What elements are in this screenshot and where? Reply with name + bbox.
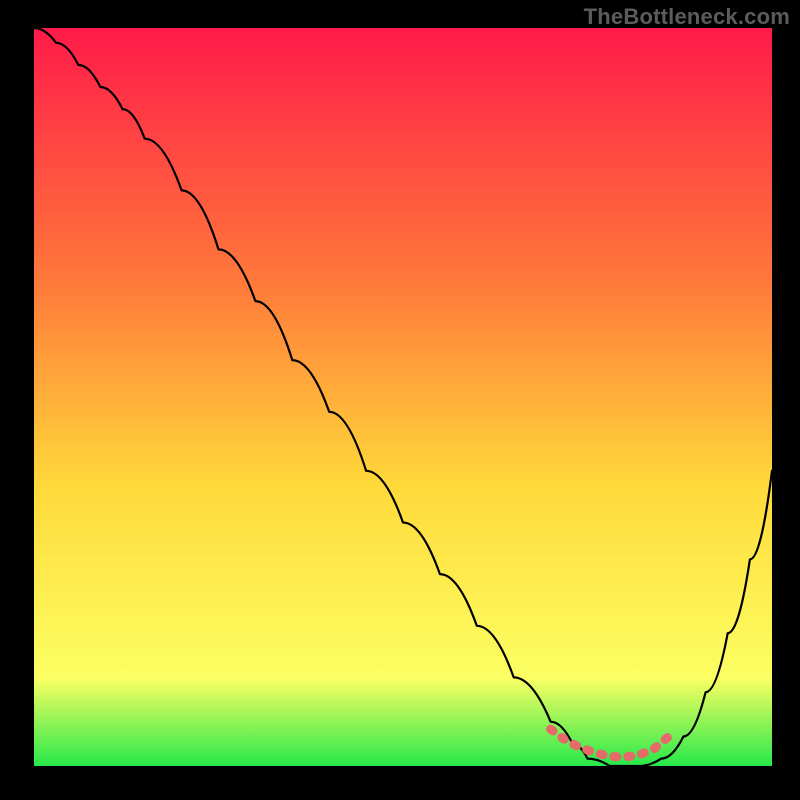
watermark-text: TheBottleneck.com	[584, 4, 790, 30]
bottleneck-chart	[0, 0, 800, 800]
chart-frame: TheBottleneck.com	[0, 0, 800, 800]
